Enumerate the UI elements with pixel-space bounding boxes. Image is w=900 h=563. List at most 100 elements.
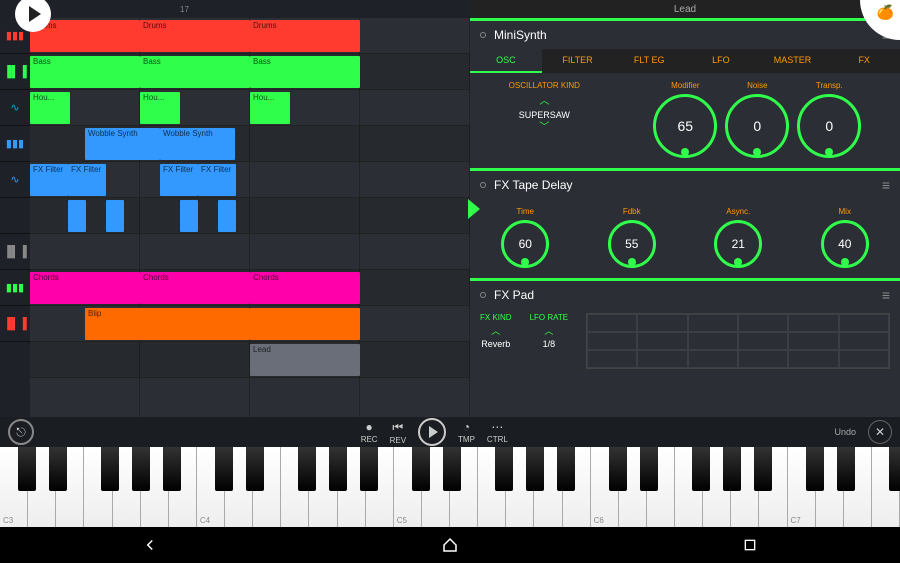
clip[interactable] <box>250 308 360 340</box>
recents-icon[interactable] <box>740 535 760 555</box>
knob-transp.[interactable]: Transp. 0 <box>797 81 861 158</box>
synth-tab-master[interactable]: MASTER <box>757 49 829 73</box>
black-key[interactable] <box>495 447 513 491</box>
synth-tab-fx[interactable]: FX <box>828 49 900 73</box>
black-key[interactable] <box>526 447 544 491</box>
chevron-up-icon[interactable]: ︿ <box>491 324 500 337</box>
track-row[interactable] <box>30 234 470 270</box>
black-key[interactable] <box>889 447 900 491</box>
track-row[interactable]: DrumsDrumsDrums <box>30 18 470 54</box>
clip[interactable]: Chords <box>250 272 360 304</box>
mixer-button[interactable]: ⎋ <box>8 419 34 445</box>
black-key[interactable] <box>692 447 710 491</box>
play-button-main[interactable] <box>418 418 446 446</box>
clip[interactable]: FX Filter <box>30 164 68 196</box>
lfo-rate-selector[interactable]: LFO RATE ︿ 1/8 <box>530 313 569 369</box>
track-selector[interactable]: ▐▌▐ <box>0 234 30 270</box>
clip[interactable]: Wobble Synth <box>160 128 235 160</box>
synth-tab-lfo[interactable]: LFO <box>685 49 757 73</box>
clip[interactable]: Bass <box>250 56 360 88</box>
black-key[interactable] <box>360 447 378 491</box>
ctrl-button[interactable]: ⋯CTRL <box>487 420 508 444</box>
module-toggle[interactable] <box>480 292 486 298</box>
chevron-up-icon[interactable]: ︿ <box>544 324 553 337</box>
black-key[interactable] <box>329 447 347 491</box>
clip[interactable]: Bass <box>30 56 140 88</box>
clip[interactable]: FX Filter <box>198 164 236 196</box>
black-key[interactable] <box>640 447 658 491</box>
track-row[interactable]: Hou... Hou... Hou... <box>30 90 470 126</box>
track-row[interactable]: FX FilterFX FilterFX FilterFX Filter <box>30 162 470 198</box>
track-selector[interactable]: ∿ <box>0 162 30 198</box>
black-key[interactable] <box>443 447 461 491</box>
black-key[interactable] <box>18 447 36 491</box>
black-key[interactable] <box>132 447 150 491</box>
black-key[interactable] <box>163 447 181 491</box>
clip[interactable]: Chords <box>30 272 140 304</box>
track-selector[interactable]: ▮▮▮ <box>0 270 30 306</box>
black-key[interactable] <box>806 447 824 491</box>
clip[interactable]: Bass <box>140 56 250 88</box>
track-row[interactable]: Blip <box>30 306 470 342</box>
black-key[interactable] <box>49 447 67 491</box>
track-row[interactable]: Lead <box>30 342 470 378</box>
clip[interactable]: Hou... <box>250 92 290 124</box>
synth-tab-flt eg[interactable]: FLT EG <box>613 49 685 73</box>
module-toggle[interactable] <box>480 32 486 38</box>
knob-async.[interactable]: Async. 21 <box>714 207 762 268</box>
home-icon[interactable] <box>440 535 460 555</box>
knob-noise[interactable]: Noise 0 <box>725 81 789 158</box>
clip[interactable]: Wobble Synth <box>85 128 160 160</box>
xy-pad[interactable] <box>586 313 890 369</box>
knob-fdbk[interactable]: Fdbk 55 <box>608 207 656 268</box>
track-selector[interactable]: ▐▌▐ <box>0 54 30 90</box>
clip[interactable] <box>218 200 236 232</box>
knob-modifier[interactable]: Modifier 65 <box>653 81 717 158</box>
black-key[interactable] <box>412 447 430 491</box>
black-key[interactable] <box>557 447 575 491</box>
undo-button[interactable]: Undo <box>835 427 857 437</box>
track-selector[interactable]: ▮▮▮ <box>0 126 30 162</box>
clip[interactable]: Hou... <box>30 92 70 124</box>
black-key[interactable] <box>754 447 772 491</box>
chevron-down-icon[interactable]: ﹀ <box>539 124 549 132</box>
timeline-ruler[interactable]: 17 <box>0 0 470 18</box>
module-menu-icon[interactable]: ≡ <box>882 287 890 303</box>
expand-arrow-icon[interactable] <box>468 199 480 219</box>
clip[interactable] <box>106 200 124 232</box>
track-row[interactable]: ChordsChordsChords <box>30 270 470 306</box>
clip[interactable]: Lead <box>250 344 360 376</box>
black-key[interactable] <box>837 447 855 491</box>
clip[interactable]: Chords <box>140 272 250 304</box>
track-row[interactable] <box>30 198 470 234</box>
synth-tab-osc[interactable]: OSC <box>470 49 542 73</box>
black-key[interactable] <box>215 447 233 491</box>
track-selector[interactable]: ∿ <box>0 90 30 126</box>
black-key[interactable] <box>723 447 741 491</box>
clip[interactable]: FX Filter <box>160 164 198 196</box>
close-button[interactable]: ✕ <box>868 420 892 444</box>
black-key[interactable] <box>609 447 627 491</box>
track-selector[interactable]: ▐▌▐ <box>0 306 30 342</box>
tempo-button[interactable]: ◔TMP <box>458 420 475 444</box>
black-key[interactable] <box>246 447 264 491</box>
rewind-button[interactable]: ⏮REV <box>390 420 406 445</box>
chevron-up-icon[interactable]: ︿ <box>539 98 549 106</box>
oscillator-kind-selector[interactable]: OSCILLATOR KIND ︿ SUPERSAW ﹀ <box>509 81 580 158</box>
track-row[interactable]: BassBassBass <box>30 54 470 90</box>
track-row[interactable]: Wobble SynthWobble Synth <box>30 126 470 162</box>
clip[interactable]: Drums <box>250 20 360 52</box>
clip[interactable] <box>180 200 198 232</box>
module-menu-icon[interactable]: ≡ <box>882 177 890 193</box>
back-icon[interactable] <box>140 535 160 555</box>
clip[interactable]: Drums <box>140 20 250 52</box>
clip[interactable] <box>68 200 86 232</box>
black-key[interactable] <box>101 447 119 491</box>
black-key[interactable] <box>298 447 316 491</box>
record-button[interactable]: ●REC <box>361 420 378 444</box>
knob-time[interactable]: Time 60 <box>501 207 549 268</box>
module-toggle[interactable] <box>480 182 486 188</box>
clip[interactable]: Hou... <box>140 92 180 124</box>
track-selector[interactable] <box>0 198 30 234</box>
synth-tab-filter[interactable]: FILTER <box>542 49 614 73</box>
